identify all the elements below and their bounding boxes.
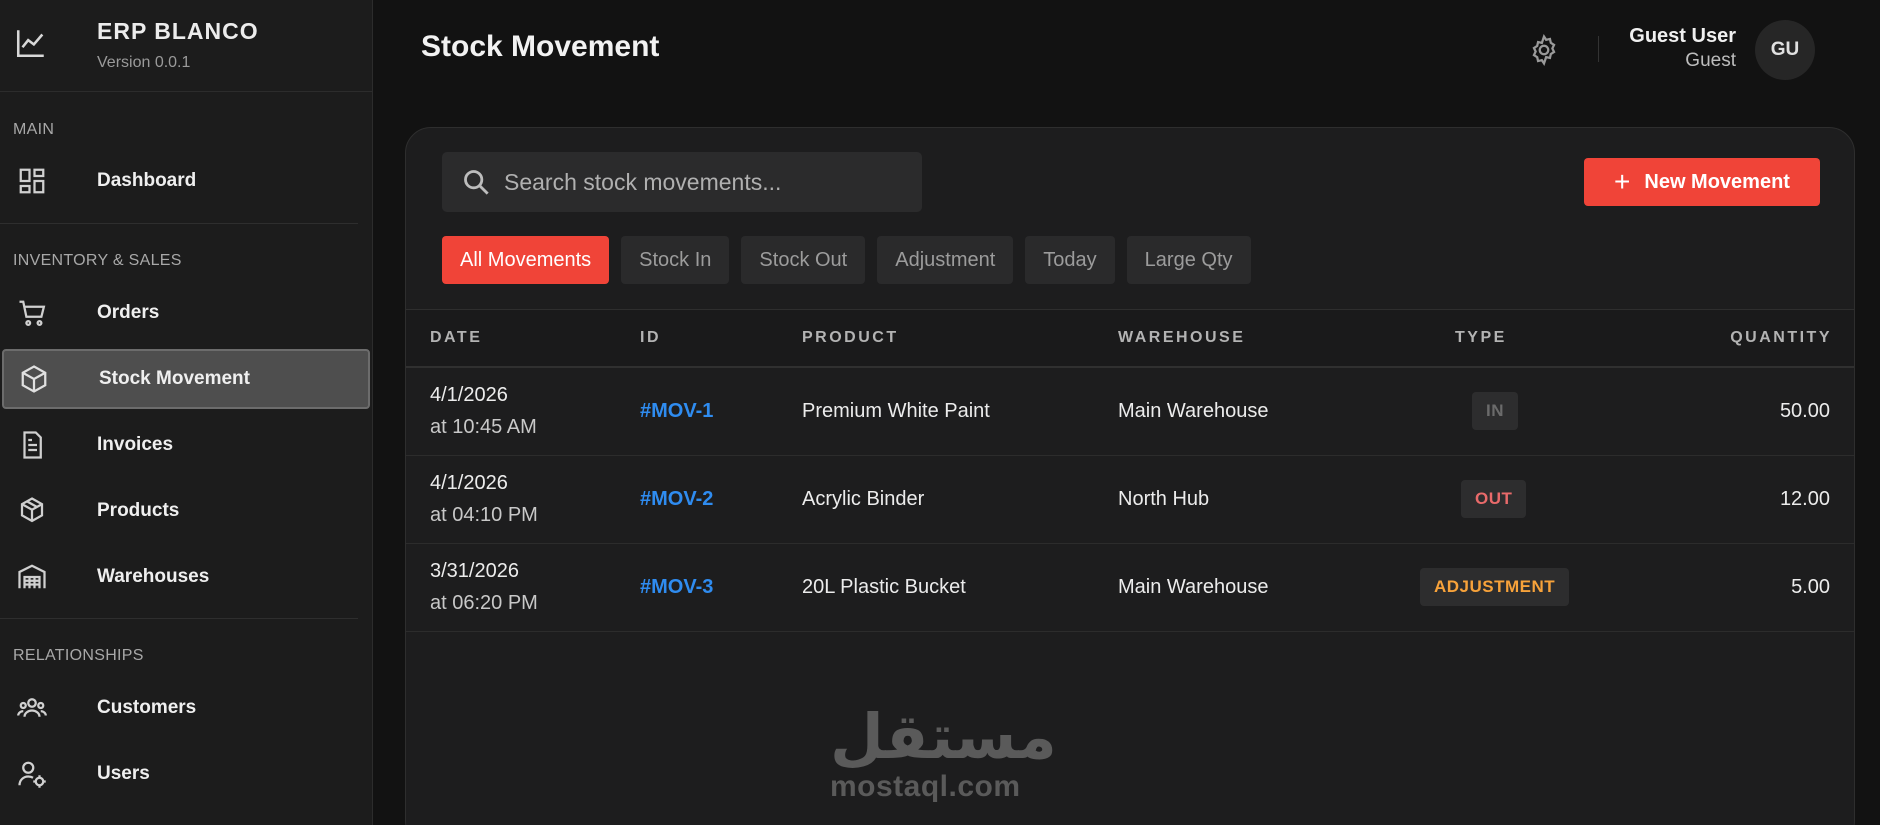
sidebar-item-label: Dashboard <box>97 170 197 191</box>
section-label-main: MAIN <box>13 121 55 138</box>
cart-icon <box>16 297 48 329</box>
new-movement-button[interactable]: + New Movement <box>1584 158 1820 206</box>
people-icon <box>16 692 48 724</box>
dashboard-icon <box>16 165 48 197</box>
row-quantity: 50.00 <box>1779 400 1830 422</box>
header-separator <box>1598 36 1599 62</box>
row-product: 20L Plastic Bucket <box>802 576 966 598</box>
watermark: مستقل mostaql.com <box>820 700 1057 810</box>
row-id-link[interactable]: #MOV-1 <box>640 400 713 423</box>
row-quantity: 5.00 <box>1791 576 1830 598</box>
stock-movement-card: + New Movement All Movements Stock In St… <box>405 127 1855 825</box>
app-version: Version 0.0.1 <box>97 54 191 71</box>
row-warehouse: North Hub <box>1118 488 1210 510</box>
chart-line-icon <box>16 30 44 58</box>
search-box[interactable] <box>442 152 922 212</box>
section-label-relationships: RELATIONSHIPS <box>13 647 144 664</box>
search-icon <box>464 170 489 195</box>
document-icon <box>16 429 48 461</box>
table-row[interactable]: 3/31/2026 at 06:20 PM #MOV-3 20L Plastic… <box>406 544 1854 632</box>
sidebar-item-label: Products <box>97 500 180 521</box>
type-badge: OUT <box>1461 480 1527 518</box>
filter-stock-out[interactable]: Stock Out <box>741 236 866 284</box>
filter-large-qty[interactable]: Large Qty <box>1126 236 1251 284</box>
row-time: at 06:20 PM <box>430 592 538 614</box>
filter-chips: All Movements Stock In Stock Out Adjustm… <box>442 236 1251 284</box>
table-row[interactable]: 4/1/2026 at 04:10 PM #MOV-2 Acrylic Bind… <box>406 456 1854 544</box>
sidebar-item-invoices[interactable]: Invoices <box>2 415 370 475</box>
row-product: Acrylic Binder <box>802 488 925 510</box>
user-settings-icon <box>16 758 48 790</box>
sidebar-item-label: Orders <box>97 302 160 323</box>
plus-icon: + <box>1614 166 1631 197</box>
sidebar-item-orders[interactable]: Orders <box>2 283 370 343</box>
sidebar-item-label: Stock Movement <box>99 368 250 389</box>
sidebar-item-label: Customers <box>97 697 197 718</box>
sidebar: ERP BLANCO Version 0.0.1 MAIN Dashboard … <box>0 0 373 825</box>
sidebar-item-products[interactable]: Products <box>2 481 370 541</box>
row-time: at 10:45 AM <box>430 416 537 438</box>
user-name: Guest User <box>1629 25 1736 47</box>
sidebar-item-label: Users <box>97 763 150 784</box>
table-header: DATE ID PRODUCT WAREHOUSE TYPE QUANTITY <box>406 309 1854 368</box>
cube-icon <box>18 363 50 395</box>
row-id-link[interactable]: #MOV-3 <box>640 576 713 599</box>
row-date: 3/31/2026 <box>430 560 519 582</box>
type-badge: IN <box>1472 392 1518 430</box>
watermark-latin: mostaql.com <box>830 770 1021 803</box>
row-date: 4/1/2026 <box>430 472 508 494</box>
gear-icon[interactable] <box>1527 33 1561 67</box>
sidebar-item-customers[interactable]: Customers <box>2 678 370 738</box>
user-role: Guest <box>1685 50 1736 71</box>
brand: ERP BLANCO Version 0.0.1 <box>0 0 372 92</box>
row-warehouse: Main Warehouse <box>1118 400 1269 422</box>
avatar[interactable]: GU <box>1755 20 1815 80</box>
sidebar-item-warehouses[interactable]: Warehouses <box>2 547 370 607</box>
row-warehouse: Main Warehouse <box>1118 576 1269 598</box>
new-movement-label: New Movement <box>1644 170 1790 193</box>
type-badge: ADJUSTMENT <box>1420 568 1570 606</box>
column-product[interactable]: PRODUCT <box>802 329 899 347</box>
row-product: Premium White Paint <box>802 400 990 422</box>
column-id[interactable]: ID <box>640 329 661 347</box>
boxes-icon <box>16 495 48 527</box>
section-label-inventory: INVENTORY & SALES <box>13 252 182 269</box>
watermark-arabic: مستقل <box>830 700 1057 773</box>
filter-adjustment[interactable]: Adjustment <box>877 236 1014 284</box>
filter-all-movements[interactable]: All Movements <box>442 236 610 284</box>
column-type[interactable]: TYPE <box>1455 329 1507 347</box>
page-title: Stock Movement <box>421 30 660 63</box>
sidebar-item-label: Warehouses <box>97 566 210 587</box>
column-quantity[interactable]: QUANTITY <box>1730 329 1832 347</box>
app-name: ERP BLANCO <box>97 18 259 44</box>
sidebar-item-dashboard[interactable]: Dashboard <box>2 151 370 211</box>
column-date[interactable]: DATE <box>430 329 482 347</box>
row-quantity: 12.00 <box>1779 488 1830 510</box>
filter-stock-in[interactable]: Stock In <box>621 236 730 284</box>
column-warehouse[interactable]: WAREHOUSE <box>1118 329 1245 347</box>
row-id-link[interactable]: #MOV-2 <box>640 488 713 511</box>
filter-today[interactable]: Today <box>1025 236 1115 284</box>
sidebar-item-users[interactable]: Users <box>2 744 370 804</box>
sidebar-item-label: Invoices <box>97 434 174 455</box>
warehouse-icon <box>16 561 48 593</box>
search-input[interactable] <box>504 152 904 212</box>
row-date: 4/1/2026 <box>430 384 508 406</box>
row-time: at 04:10 PM <box>430 504 538 526</box>
table-row[interactable]: 4/1/2026 at 10:45 AM #MOV-1 Premium Whit… <box>406 368 1854 456</box>
sidebar-item-stock-movement[interactable]: Stock Movement <box>2 349 370 409</box>
